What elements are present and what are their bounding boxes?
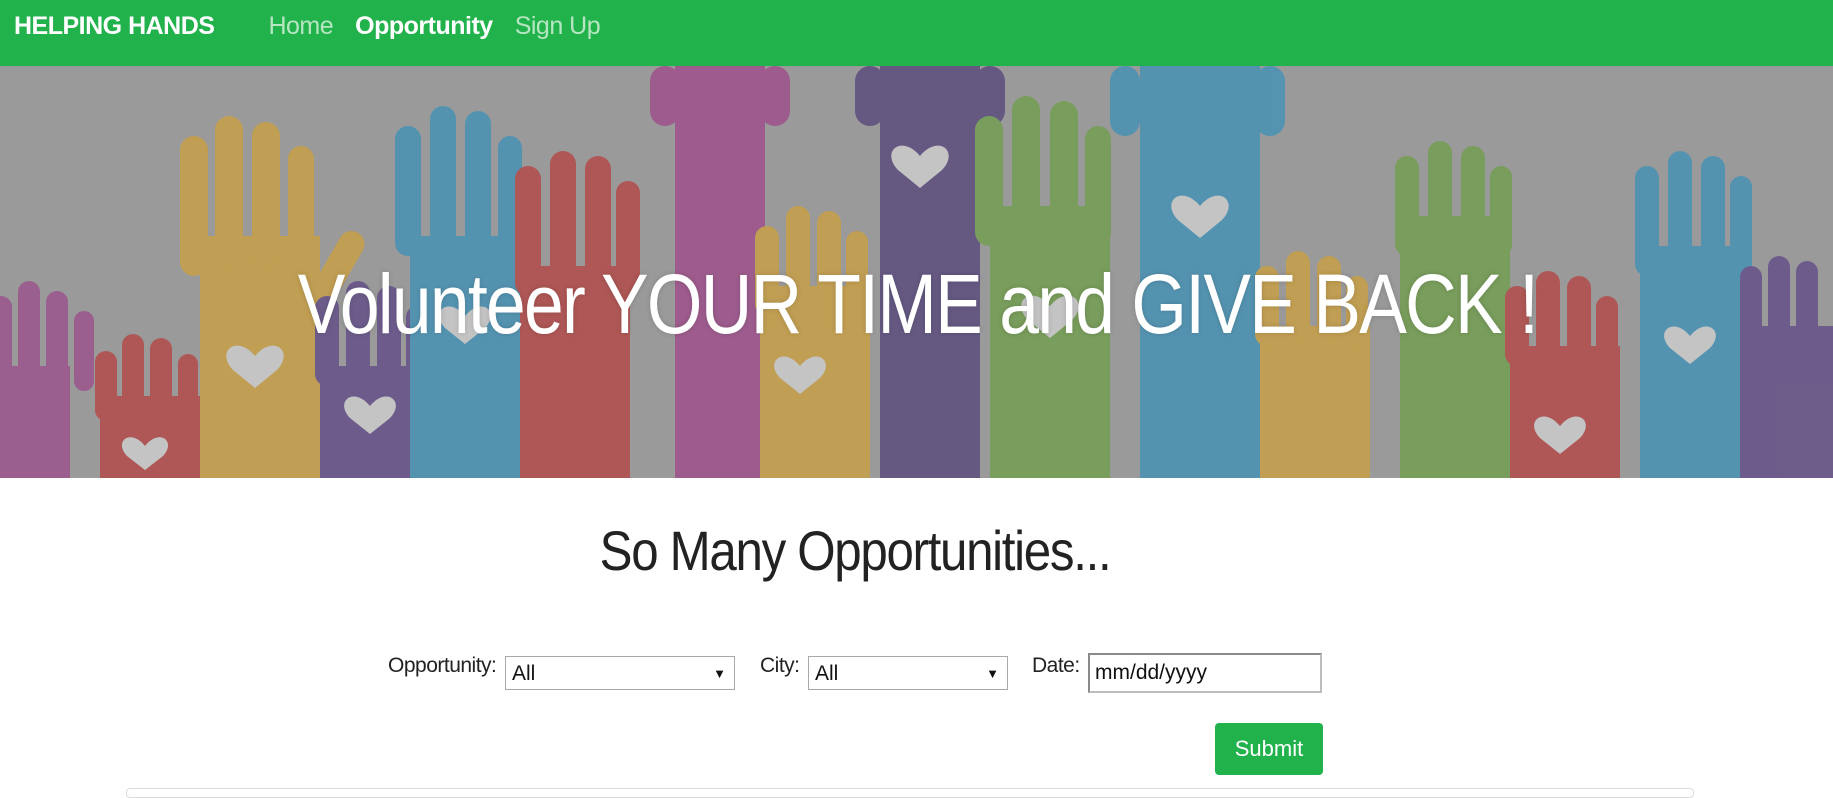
opportunity-select-value: All	[512, 662, 536, 685]
hero-banner: Volunteer YOUR TIME and GIVE BACK !	[0, 66, 1833, 478]
filter-bar: Opportunity: All ▼ City: All ▼ Date: mm/…	[0, 650, 1833, 693]
date-input[interactable]: mm/dd/yyyy	[1088, 653, 1322, 693]
chevron-down-icon: ▼	[986, 666, 999, 681]
city-filter-label: City:	[760, 654, 800, 677]
chevron-down-icon: ▼	[713, 666, 726, 681]
date-filter-label: Date:	[1032, 654, 1080, 677]
date-input-placeholder: mm/dd/yyyy	[1095, 661, 1208, 684]
nav-link-sign-up[interactable]: Sign Up	[515, 12, 601, 41]
opportunity-select[interactable]: All ▼	[505, 656, 735, 690]
city-select-value: All	[815, 662, 839, 685]
opportunity-filter-label: Opportunity:	[388, 654, 497, 677]
city-select[interactable]: All ▼	[808, 656, 1008, 690]
brand-logo-text[interactable]: HELPING HANDS	[14, 12, 215, 41]
page-title: So Many Opportunities...	[599, 519, 1112, 582]
hero-title: Volunteer YOUR TIME and GIVE BACK !	[297, 257, 1539, 351]
nav-link-opportunity[interactable]: Opportunity	[355, 12, 493, 41]
submit-button[interactable]: Submit	[1215, 723, 1323, 775]
results-panel	[126, 788, 1694, 798]
nav-link-home[interactable]: Home	[268, 12, 333, 41]
navbar: HELPING HANDS Home Opportunity Sign Up	[0, 0, 1833, 66]
